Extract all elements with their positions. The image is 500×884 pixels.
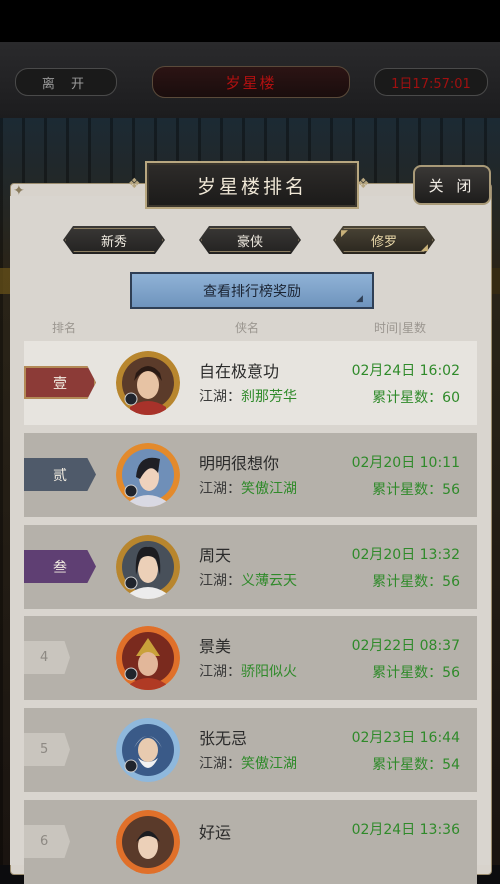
rank-badge: 贰 — [24, 458, 96, 491]
hud-title: 岁星楼 — [152, 66, 350, 98]
sect-label: 江湖： — [199, 664, 241, 680]
star-count: 累计星数：56 — [372, 479, 460, 499]
tab-asura[interactable]: 修罗 — [333, 226, 435, 254]
column-header-player: 侠名 — [235, 321, 260, 335]
stars-value: 54 — [442, 757, 460, 773]
record-time: 02月20日 10:11 — [351, 455, 460, 471]
player-name: 景美 — [199, 637, 232, 656]
player-sect: 江湖：笑傲江湖 — [199, 478, 297, 498]
sect-label: 江湖： — [199, 573, 241, 589]
hero-avatar-icon[interactable] — [116, 626, 180, 690]
tab-newcomer[interactable]: 新秀 — [63, 226, 165, 254]
panel-title: 岁星楼排名 — [145, 161, 359, 209]
stars-label: 累计星数： — [372, 574, 443, 590]
ranking-row[interactable]: 5 张无忌 江湖：笑傲江湖 02月23日 16:44 累计星数：54 — [24, 708, 477, 792]
player-sect: 江湖：笑傲江湖 — [199, 753, 297, 773]
star-count: 累计星数：56 — [372, 571, 460, 591]
sect-label: 江湖： — [199, 389, 241, 405]
record-time: 02月22日 08:37 — [351, 638, 460, 654]
hud-timer: 1日17:57:01 — [374, 68, 488, 96]
tab-label: 豪侠 — [236, 234, 263, 250]
ranking-row[interactable]: 贰 明明很想你 江湖：笑傲江湖 02月20日 10:11 累计星数：56 — [24, 433, 477, 517]
ranking-row[interactable]: 6 好运 02月24日 13:36 — [24, 800, 477, 884]
player-name: 明明很想你 — [199, 454, 280, 473]
tab-label: 新秀 — [100, 234, 127, 250]
hero-avatar-icon[interactable] — [116, 718, 180, 782]
record-time: 02月23日 16:44 — [351, 730, 460, 746]
player-name: 张无忌 — [199, 729, 248, 748]
star-count: 累计星数：54 — [372, 754, 460, 774]
sect-value: 义薄云天 — [241, 573, 297, 589]
player-sect: 江湖：骄阳似火 — [199, 661, 297, 681]
hero-avatar-icon[interactable] — [116, 535, 180, 599]
hero-avatar-icon[interactable] — [116, 351, 180, 415]
player-sect: 江湖：刹那芳华 — [199, 386, 297, 406]
star-count: 累计星数：56 — [372, 662, 460, 682]
rank-badge: 壹 — [24, 366, 96, 399]
stars-value: 56 — [442, 574, 460, 590]
tab-hero[interactable]: 豪侠 — [199, 226, 301, 254]
sect-label: 江湖： — [199, 756, 241, 772]
sect-value: 刹那芳华 — [241, 389, 297, 405]
rank-badge: 6 — [24, 825, 70, 858]
player-name: 自在极意功 — [199, 362, 280, 381]
player-name: 好运 — [199, 823, 232, 842]
top-status-band — [0, 0, 500, 42]
stars-value: 60 — [442, 390, 460, 406]
stars-label: 累计星数： — [372, 757, 443, 773]
record-time: 02月24日 16:02 — [351, 363, 460, 379]
column-header-rank: 排名 — [52, 321, 77, 335]
rank-badge: 4 — [24, 641, 70, 674]
ranking-row[interactable]: 叁 周天 江湖：义薄云天 02月20日 13:32 累计星数：56 — [24, 525, 477, 609]
stars-label: 累计星数： — [372, 482, 443, 498]
rank-badge: 叁 — [24, 550, 96, 583]
rank-badge: 5 — [24, 733, 70, 766]
button-corner-icon: ◢ — [356, 294, 363, 304]
stars-label: 累计星数： — [372, 665, 443, 681]
player-sect: 江湖：义薄云天 — [199, 570, 297, 590]
plaque-wing-left-icon: ❖ — [128, 176, 141, 192]
ranking-row[interactable]: 壹 自在极意功 江湖：刹那芳华 02月24日 16:02 累计星数：60 — [24, 341, 477, 425]
stars-label: 累计星数： — [372, 390, 443, 406]
record-time: 02月20日 13:32 — [351, 547, 460, 563]
column-header-time-stars: 时间|星数 — [374, 321, 427, 335]
sect-value: 笑傲江湖 — [241, 756, 297, 772]
ranking-row[interactable]: 4 景美 江湖：骄阳似火 02月22日 08:37 累计星数：56 — [24, 616, 477, 700]
selected-corner-icon: ◤ — [341, 229, 348, 239]
stars-value: 56 — [442, 482, 460, 498]
leave-button[interactable]: 离 开 — [15, 68, 117, 96]
view-rewards-button[interactable]: 查看排行榜奖励 — [130, 272, 374, 309]
star-count: 累计星数：60 — [372, 387, 460, 407]
sect-value: 笑傲江湖 — [241, 481, 297, 497]
hero-avatar-icon[interactable] — [116, 443, 180, 507]
selected-corner-icon: ◢ — [421, 243, 428, 253]
sect-value: 骄阳似火 — [241, 664, 297, 680]
record-time: 02月24日 13:36 — [351, 822, 460, 838]
player-name: 周天 — [199, 546, 232, 565]
tab-label: 修罗 — [370, 234, 397, 250]
hero-avatar-icon[interactable] — [116, 810, 180, 874]
sect-label: 江湖： — [199, 481, 241, 497]
stars-value: 56 — [442, 665, 460, 681]
close-button[interactable]: 关 闭 — [413, 165, 491, 205]
corner-ornament-icon: ✦ — [13, 183, 25, 199]
